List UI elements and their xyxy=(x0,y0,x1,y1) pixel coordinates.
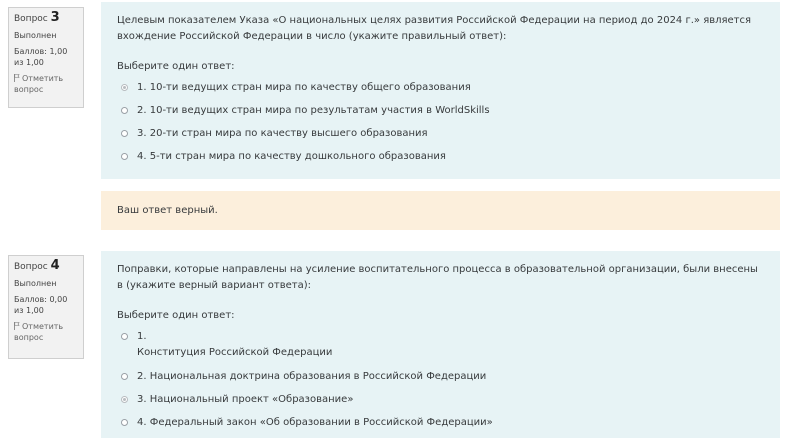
flag-icon xyxy=(14,74,20,82)
answer-option[interactable]: 4. 5-ти стран мира по качеству дошкольно… xyxy=(117,149,764,172)
answer-prompt: Выберите один ответ: xyxy=(117,310,235,321)
question-4-formulation: Поправки, которые направлены на усиление… xyxy=(101,251,780,438)
answer-option-label: 2. Национальная доктрина образования в Р… xyxy=(137,371,487,382)
answer-prompt: Выберите один ответ: xyxy=(117,61,235,72)
answer-option[interactable]: 3. Национальный проект «Образование» xyxy=(117,392,764,415)
answer-option[interactable]: 2. 10-ти ведущих стран мира по результат… xyxy=(117,103,764,126)
question-3-feedback: Ваш ответ верный. xyxy=(101,191,780,230)
answer-option-label: 1. 10-ти ведущих стран мира по качеству … xyxy=(137,82,471,93)
radio-button[interactable] xyxy=(121,153,128,160)
answer-option-label: 3. Национальный проект «Образование» xyxy=(137,394,354,405)
radio-button[interactable] xyxy=(121,396,128,403)
radio-button[interactable] xyxy=(121,419,128,426)
question-state: Выполнен xyxy=(14,279,57,288)
answer-option-label: 2. 10-ти ведущих стран мира по результат… xyxy=(137,105,490,116)
question-grade: Баллов: 1,00 из 1,00 xyxy=(14,47,68,67)
answer-option-label: 4. Федеральный закон «Об образовании в Р… xyxy=(137,417,493,428)
answer-option-label: 4. 5-ти стран мира по качеству дошкольно… xyxy=(137,151,446,162)
question-4-info: Вопрос 4 Выполнен Баллов: 0,00 из 1,00 О… xyxy=(8,255,84,359)
question-3-formulation: Целевым показателем Указа «О национальны… xyxy=(101,2,780,179)
answer-options: 1. Конституция Российской Федерации 2. Н… xyxy=(117,329,764,438)
answer-option[interactable]: 4. Федеральный закон «Об образовании в Р… xyxy=(117,415,764,438)
answer-option-label: 1. Конституция Российской Федерации xyxy=(137,331,333,358)
answer-option-label: 3. 20-ти стран мира по качеству высшего … xyxy=(137,128,428,139)
question-number: Вопрос 4 xyxy=(14,258,60,273)
answer-option[interactable]: 2. Национальная доктрина образования в Р… xyxy=(117,369,764,392)
question-text: Поправки, которые направлены на усиление… xyxy=(117,264,758,291)
question-state: Выполнен xyxy=(14,31,57,40)
answer-options: 1. 10-ти ведущих стран мира по качеству … xyxy=(117,80,764,172)
question-text: Целевым показателем Указа «О национальны… xyxy=(117,15,752,42)
radio-button[interactable] xyxy=(121,107,128,114)
flag-question-label: Отметить вопрос xyxy=(14,74,64,94)
question-number: Вопрос 3 xyxy=(14,10,60,25)
flag-icon xyxy=(14,322,20,330)
answer-option[interactable]: 1. Конституция Российской Федерации xyxy=(117,329,764,369)
radio-button[interactable] xyxy=(121,373,128,380)
question-3-info: Вопрос 3 Выполнен Баллов: 1,00 из 1,00 О… xyxy=(8,7,84,108)
answer-option[interactable]: 1. 10-ти ведущих стран мира по качеству … xyxy=(117,80,764,103)
flag-question-link[interactable]: Отметить вопрос xyxy=(14,321,78,343)
radio-button[interactable] xyxy=(121,333,128,340)
radio-button[interactable] xyxy=(121,84,128,91)
flag-question-label: Отметить вопрос xyxy=(14,322,64,342)
radio-button[interactable] xyxy=(121,130,128,137)
flag-question-link[interactable]: Отметить вопрос xyxy=(14,73,78,95)
answer-option[interactable]: 3. 20-ти стран мира по качеству высшего … xyxy=(117,126,764,149)
question-grade: Баллов: 0,00 из 1,00 xyxy=(14,295,68,315)
